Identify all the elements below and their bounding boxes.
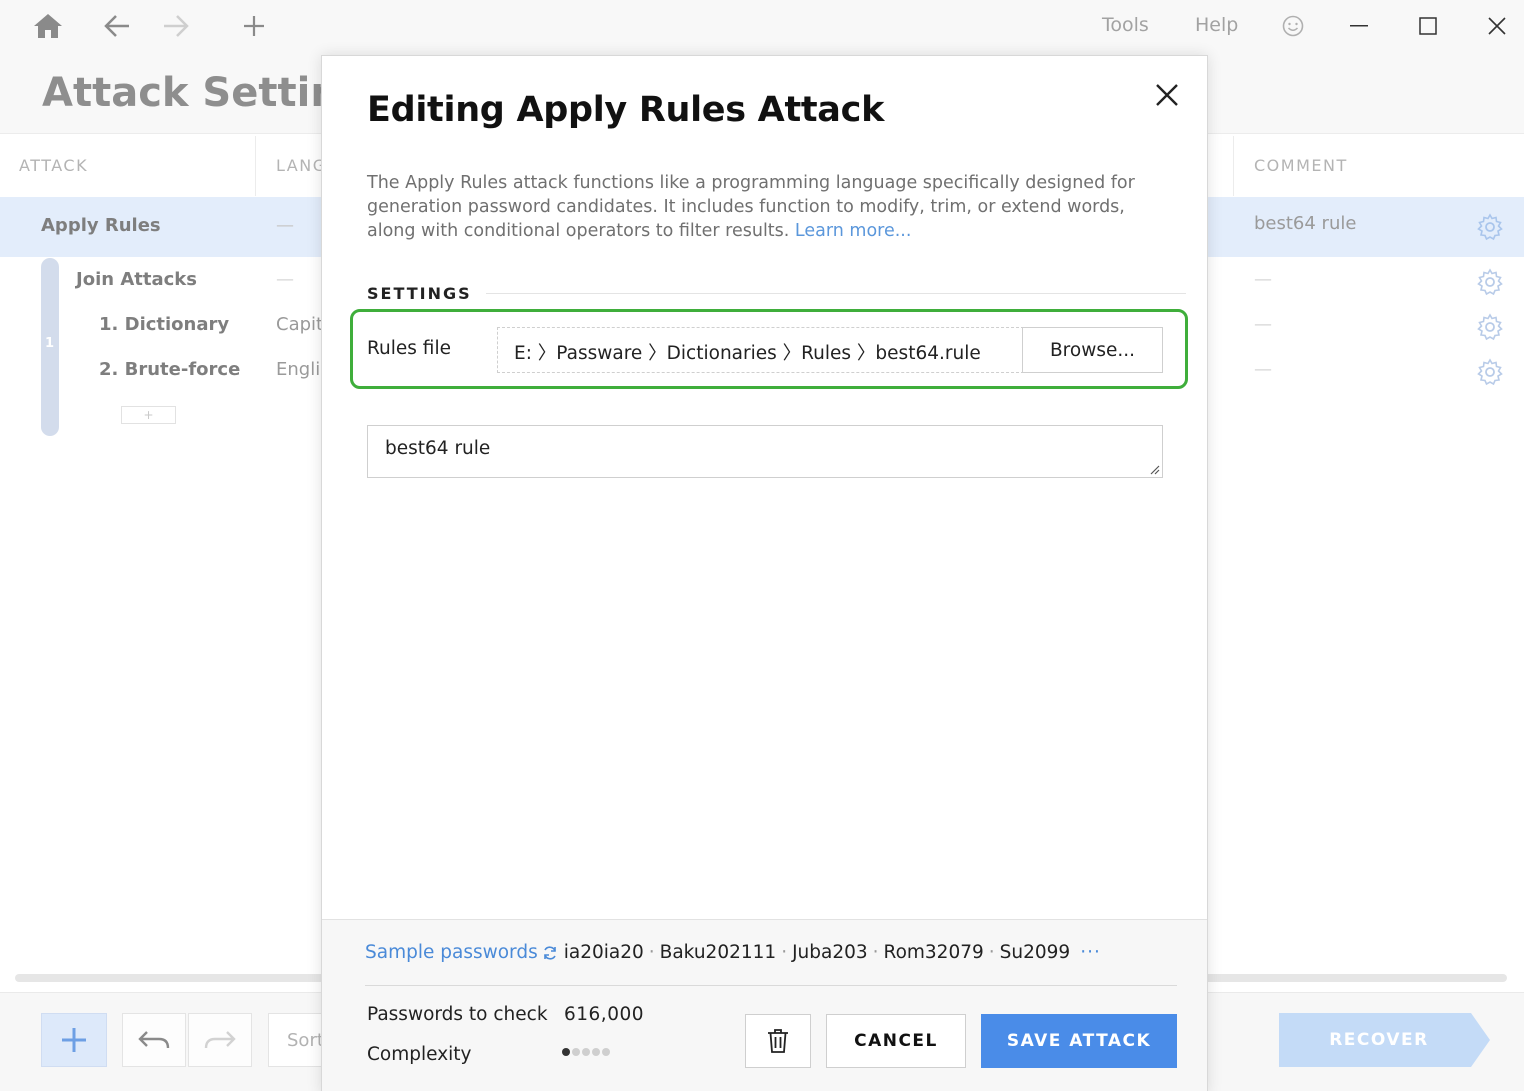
complexity-indicator: [562, 1048, 610, 1056]
column-header-comment[interactable]: COMMENT: [1254, 156, 1348, 175]
attack-language: Capit: [276, 314, 324, 335]
complexity-dot: [572, 1048, 580, 1056]
plus-icon: [62, 1028, 86, 1052]
trash-icon: [768, 1029, 788, 1053]
dialog-title: Editing Apply Rules Attack: [367, 90, 885, 130]
resize-grip-icon[interactable]: [1148, 463, 1160, 475]
sample-passwords-row: Sample passwords ia20ia20 · Baku202111 ·…: [365, 942, 1101, 963]
passwords-to-check-label: Passwords to check: [367, 1004, 548, 1025]
attack-language: —: [276, 269, 294, 290]
sample-passwords-link[interactable]: Sample passwords: [365, 942, 538, 963]
tools-menu[interactable]: Tools: [1102, 14, 1149, 36]
attack-name[interactable]: 1. Dictionary: [99, 314, 229, 335]
recover-label: RECOVER: [1329, 1030, 1429, 1050]
delete-attack-button[interactable]: [745, 1014, 811, 1068]
sample-password: Su2099: [999, 942, 1071, 963]
separator-dot: ·: [781, 942, 788, 963]
undo-icon: [138, 1031, 170, 1049]
attack-comment: —: [1254, 359, 1272, 380]
new-tab-plus-icon[interactable]: [236, 8, 272, 44]
attack-name[interactable]: Apply Rules: [41, 215, 161, 236]
separator-dot: ·: [648, 942, 655, 963]
home-icon[interactable]: [30, 8, 66, 44]
complexity-dot: [602, 1048, 610, 1056]
column-divider: [1233, 136, 1234, 196]
save-attack-button[interactable]: SAVE ATTACK: [981, 1014, 1177, 1068]
attack-name[interactable]: Join Attacks: [76, 269, 197, 290]
sample-password: Baku202111: [659, 942, 777, 963]
dialog-footer: Sample passwords ia20ia20 · Baku202111 ·…: [322, 919, 1207, 1091]
description-text: The Apply Rules attack functions like a …: [367, 173, 1135, 241]
sort-dropdown[interactable]: Sort: [268, 1013, 328, 1067]
complexity-label: Complexity: [367, 1044, 472, 1065]
join-group-number: 1: [45, 336, 55, 351]
complexity-dot: [582, 1048, 590, 1056]
comment-textarea[interactable]: best64 rule: [367, 425, 1163, 478]
close-icon: [1156, 84, 1178, 106]
separator-dot: ·: [872, 942, 879, 963]
attack-description: The Apply Rules attack functions like a …: [367, 171, 1167, 243]
attack-name[interactable]: 2. Brute-force: [99, 359, 240, 380]
add-join-attack-button[interactable]: +: [121, 406, 176, 424]
sample-password: ia20ia20: [563, 942, 644, 963]
browse-button[interactable]: Browse...: [1022, 327, 1163, 373]
column-divider: [255, 136, 256, 196]
sample-password: Juba203: [792, 942, 868, 963]
column-header-language[interactable]: LANG: [276, 156, 327, 175]
sample-password: Rom32079: [883, 942, 984, 963]
attack-language: —: [276, 215, 294, 236]
complexity-dot: [592, 1048, 600, 1056]
settings-divider: [486, 293, 1186, 294]
back-arrow-icon[interactable]: [99, 8, 135, 44]
learn-more-link[interactable]: Learn more...: [795, 221, 912, 241]
refresh-icon[interactable]: [542, 945, 558, 961]
footer-divider: [365, 985, 1177, 986]
undo-button[interactable]: [122, 1013, 186, 1067]
settings-heading: SETTINGS: [367, 284, 472, 303]
help-menu[interactable]: Help: [1195, 14, 1238, 36]
gear-icon[interactable]: [1476, 213, 1504, 241]
redo-icon: [204, 1031, 236, 1049]
rules-file-path-field[interactable]: E: 〉Passware 〉Dictionaries 〉Rules 〉best6…: [497, 327, 1024, 373]
passwords-to-check-value: 616,000: [564, 1004, 645, 1025]
maximize-icon[interactable]: [1410, 8, 1446, 44]
comment-text: best64 rule: [385, 438, 491, 459]
cancel-button[interactable]: CANCEL: [826, 1014, 966, 1068]
feedback-smiley-icon[interactable]: [1275, 8, 1311, 44]
minimize-icon[interactable]: [1341, 8, 1377, 44]
gear-icon[interactable]: [1476, 358, 1504, 386]
gear-icon[interactable]: [1476, 313, 1504, 341]
separator-dot: ·: [988, 942, 995, 963]
close-dialog-button[interactable]: [1152, 80, 1182, 110]
attack-comment: best64 rule: [1254, 213, 1357, 234]
forward-arrow-icon[interactable]: [158, 8, 194, 44]
attack-comment: —: [1254, 269, 1272, 290]
column-header-attack[interactable]: ATTACK: [19, 156, 88, 175]
recover-button[interactable]: RECOVER: [1279, 1013, 1491, 1067]
window-close-icon[interactable]: [1479, 8, 1515, 44]
attack-comment: —: [1254, 314, 1272, 335]
gear-icon[interactable]: [1476, 268, 1504, 296]
rules-file-label: Rules file: [367, 338, 451, 359]
more-samples-button[interactable]: ···: [1080, 942, 1101, 963]
redo-button[interactable]: [188, 1013, 252, 1067]
edit-attack-dialog: Editing Apply Rules Attack The Apply Rul…: [321, 55, 1208, 1091]
add-attack-button[interactable]: [41, 1013, 107, 1067]
complexity-dot: [562, 1048, 570, 1056]
